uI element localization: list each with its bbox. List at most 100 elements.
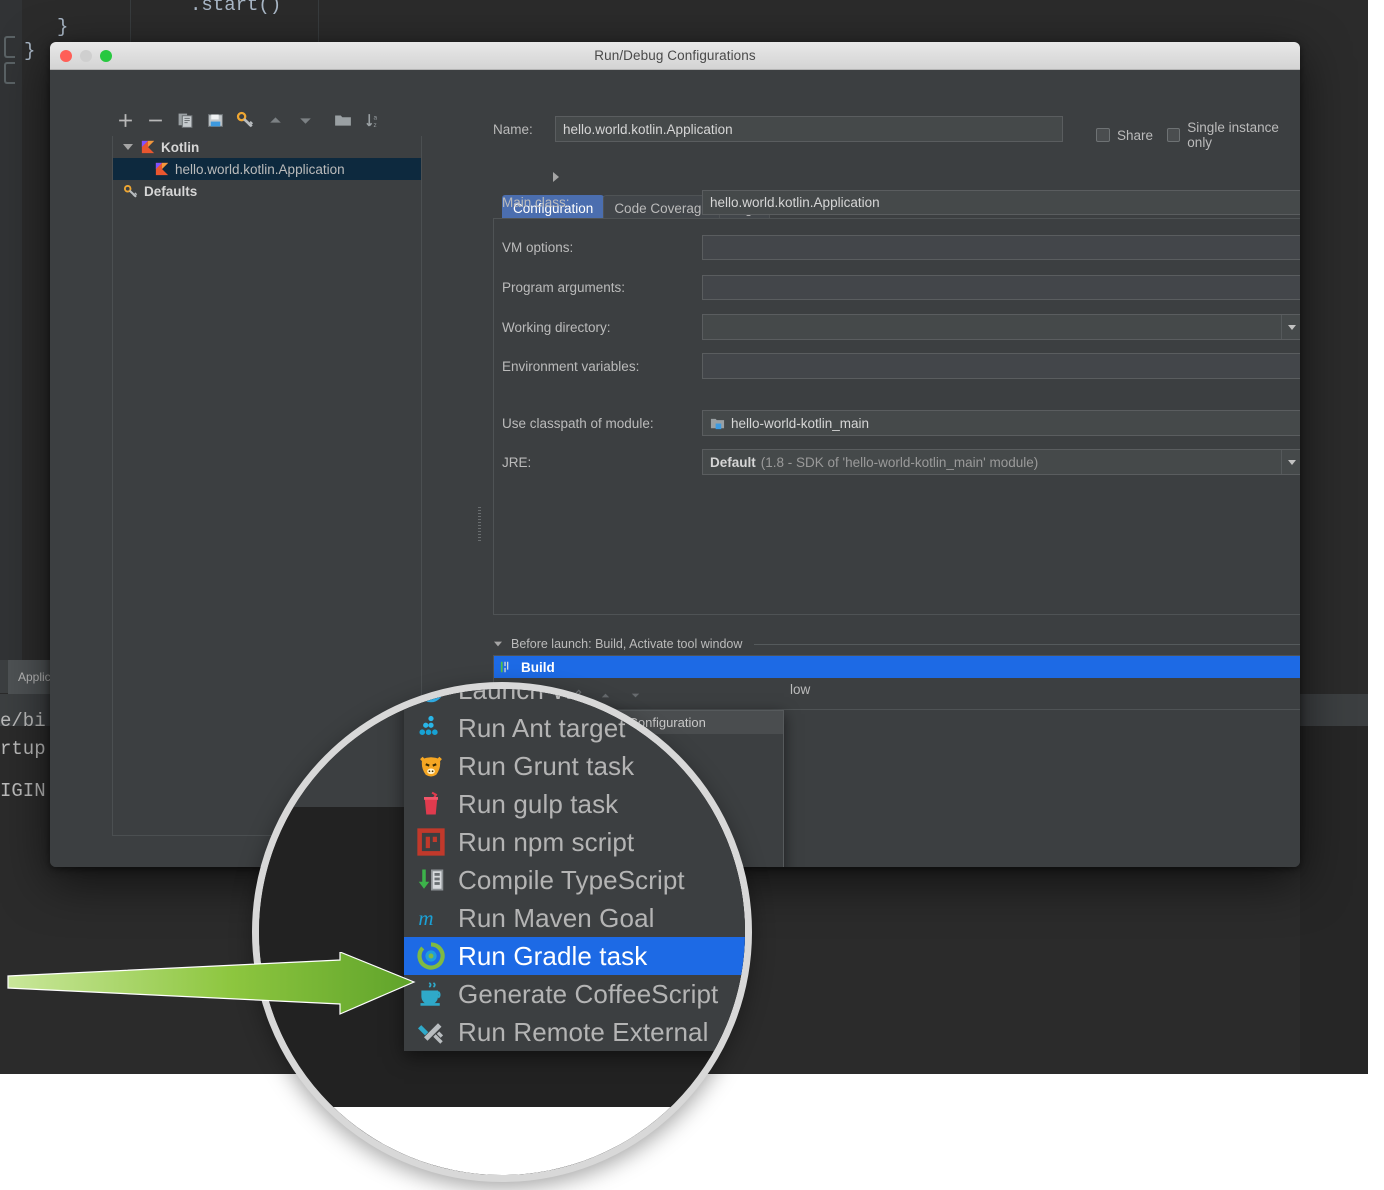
menu-item-launch-web[interactable]: Launch Web [404,682,749,709]
menu-item-run-maven-goal[interactable]: m Run Maven Goal [404,899,749,937]
grunt-icon [416,751,446,781]
vm-options-input[interactable] [702,235,1300,260]
editor-gutter [0,0,22,660]
page-right-margin [1368,0,1384,1074]
code-line-2: } [24,40,35,62]
tree-node-application[interactable]: hello.world.kotlin.Application [113,158,421,180]
menu-item-run-npm-script[interactable]: Run npm script [404,823,749,861]
chevron-down-icon[interactable] [123,144,133,150]
chevron-down-icon[interactable] [1281,315,1300,339]
share-label: Share [1117,128,1153,143]
jre-row: JRE: Default (1.8 - SDK of 'hello-world-… [502,449,1300,475]
console-line-1: e/bi [0,710,46,732]
panel-splitter[interactable] [478,505,483,545]
save-configuration-icon[interactable] [200,107,230,133]
name-input-value: hello.world.kotlin.Application [563,122,733,137]
menu-item-run-gulp-task[interactable]: Run gulp task [404,785,749,823]
use-classpath-label: Use classpath of module: [502,416,702,431]
menu-item-label: Run gulp task [458,789,618,820]
use-classpath-row: Use classpath of module: hello-world-kot… [502,410,1300,436]
share-checkbox[interactable]: Share [1096,128,1153,143]
activate-tool-window-checkbox-tail: low [790,682,810,697]
sort-az-icon[interactable]: a z [358,107,388,133]
green-arrow-annotation [0,952,420,1024]
zoom-button[interactable] [100,50,112,62]
working-directory-combo[interactable] [702,314,1300,340]
tree-node-defaults[interactable]: Defaults [113,180,421,202]
menu-item-label: Compile TypeScript [458,865,685,896]
menu-item-label: Run Ant target [458,713,626,744]
menu-item-label: Run Grunt task [458,751,634,782]
main-class-value: hello.world.kotlin.Application [710,195,880,210]
jre-combo[interactable]: Default (1.8 - SDK of 'hello-world-kotli… [702,449,1300,475]
checkbox-box[interactable] [1096,128,1110,142]
single-instance-checkbox[interactable]: Single instance only [1167,120,1300,150]
add-configuration-button[interactable] [110,107,140,133]
typescript-icon [416,865,446,895]
tree-node-kotlin[interactable]: Kotlin [113,136,421,158]
tree-node-label: Defaults [144,184,197,199]
main-class-label: Main class: [502,195,702,210]
dialog-titlebar[interactable]: Run/Debug Configurations [50,42,1300,70]
before-launch-item-label: Build [521,660,555,675]
copy-configuration-icon[interactable] [170,107,200,133]
program-arguments-label: Program arguments: [502,280,702,295]
npm-icon [416,827,446,857]
name-input[interactable]: hello.world.kotlin.Application [555,116,1063,142]
environment-variables-input[interactable] [702,353,1300,379]
main-class-row: Main class: hello.world.kotlin.Applicati… [502,190,1300,215]
kotlin-icon [141,140,155,154]
before-launch-title: Before launch: Build, Activate tool wind… [511,637,742,651]
use-classpath-value: hello-world-kotlin_main [731,416,869,431]
configurations-toolbar[interactable]: a z [110,106,422,134]
console-line-2: rtup [0,738,46,760]
magnifier-annotation: Launch Web [252,682,752,1182]
coffeescript-icon [416,979,446,1009]
before-launch-header[interactable]: Before launch: Build, Activate tool wind… [493,637,1300,651]
module-icon [710,416,725,431]
before-launch-item-build[interactable]: Build [494,656,1300,678]
chevron-down-icon[interactable] [494,642,502,647]
vm-options-label: VM options: [502,240,702,255]
magnified-menu[interactable]: Launch Web [404,682,749,1051]
edit-defaults-wrench-icon[interactable] [230,107,260,133]
menu-item-run-gradle-task[interactable]: Run Gradle task [404,937,749,975]
jre-value-detail: (1.8 - SDK of 'hello-world-kotlin_main' … [761,455,1039,470]
new-folder-icon[interactable] [328,107,358,133]
menu-item-compile-typescript[interactable]: Compile TypeScript [404,861,749,899]
main-class-input[interactable]: hello.world.kotlin.Application [702,190,1300,215]
console-tab-label: Applic [18,670,51,684]
single-instance-label: Single instance only [1187,120,1300,150]
menu-item-label: Generate CoffeeScript [458,979,718,1010]
menu-item-label: Run npm script [458,827,634,858]
checkbox-box[interactable] [1167,128,1180,142]
chevron-down-icon[interactable] [1281,450,1300,474]
code-line-1: } [57,16,68,38]
move-up-icon[interactable] [260,107,290,133]
console-line-3: IGIN [0,780,46,802]
maven-icon: m [416,903,446,933]
menu-item-label: Run Gradle task [458,941,647,972]
window-controls[interactable] [60,50,112,62]
menu-item-run-remote-external[interactable]: Run Remote External [404,1013,749,1051]
environment-variables-label: Environment variables: [502,359,702,374]
screenshot-root: .start() } } Applic e/bi rtup IGIN Run [0,0,1384,1190]
move-down-icon[interactable] [290,107,320,133]
program-arguments-row: Program arguments: [502,275,1300,300]
use-classpath-combo[interactable]: hello-world-kotlin_main [702,410,1300,436]
remove-configuration-button[interactable] [140,107,170,133]
divider [754,644,1300,645]
menu-item-run-ant-target[interactable]: Run Ant target [404,709,749,747]
menu-item-label: Run Maven Goal [458,903,655,934]
menu-item-generate-coffeescript[interactable]: Generate CoffeeScript [404,975,749,1013]
globe-icon [416,682,446,705]
close-button[interactable] [60,50,72,62]
menu-item-run-grunt-task[interactable]: Run Grunt task [404,747,749,785]
code-line-start: .start() [190,0,281,16]
minimize-button[interactable] [80,50,92,62]
remote-external-icon [416,1017,446,1047]
chevron-right-icon[interactable] [553,172,1300,182]
jre-label: JRE: [502,455,702,470]
gradle-icon [416,941,446,971]
program-arguments-input[interactable] [702,275,1300,300]
